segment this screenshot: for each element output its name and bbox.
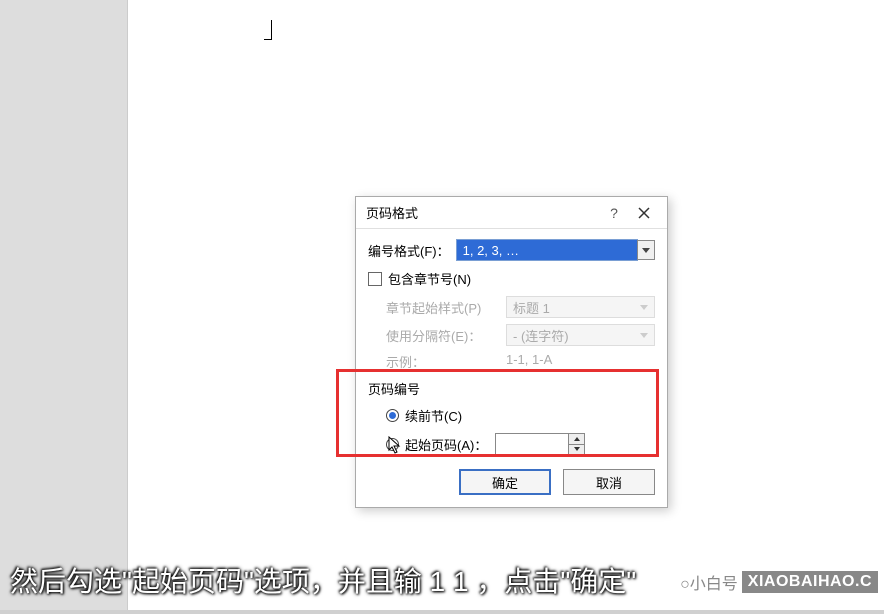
dialog-buttons: 确定 取消	[368, 469, 655, 495]
chevron-down-icon	[640, 333, 648, 338]
dialog-title: 页码格式	[366, 203, 599, 222]
cancel-button[interactable]: 取消	[563, 469, 655, 495]
start-at-value	[496, 434, 568, 454]
chapter-start-value: 标题 1	[513, 298, 550, 317]
close-button[interactable]	[629, 198, 659, 228]
continue-label: 续前节(C)	[405, 406, 462, 425]
page-number-format-dialog: 页码格式 ? 编号格式(F)： 1, 2, 3, … 包含章节号(N) 章节起始…	[355, 196, 668, 508]
text-cursor	[264, 20, 272, 40]
separator-row: 使用分隔符(E)： - (连字符)	[386, 324, 655, 346]
include-chapter-row: 包含章节号(N)	[368, 269, 655, 288]
example-value: 1-1, 1-A	[506, 352, 552, 371]
example-row: 示例： 1-1, 1-A	[386, 352, 655, 371]
dialog-titlebar: 页码格式 ?	[356, 197, 667, 229]
chapter-start-row: 章节起始样式(P) 标题 1	[386, 296, 655, 318]
number-format-label: 编号格式(F)：	[368, 241, 450, 260]
separator-select: - (连字符)	[506, 324, 655, 346]
status-bar	[0, 610, 884, 614]
separator-value: - (连字符)	[513, 326, 569, 345]
continue-radio[interactable]	[386, 409, 399, 422]
logo-watermark: ○小白号 XIAOBAIHAO.C	[680, 570, 878, 594]
start-at-label: 起始页码(A)：	[405, 435, 487, 454]
chapter-subsection: 章节起始样式(P) 标题 1 使用分隔符(E)： - (连字符) 示例： 1-1…	[386, 296, 655, 371]
chevron-down-icon	[640, 305, 648, 310]
number-format-dropdown-button[interactable]	[637, 240, 655, 260]
include-chapter-label: 包含章节号(N)	[388, 269, 471, 288]
logo-cn: ○小白号	[680, 570, 738, 594]
spinner-down[interactable]	[569, 445, 584, 455]
left-panel	[0, 0, 127, 614]
close-icon	[638, 207, 650, 219]
tutorial-subtitle: 然后勾选"起始页码"选项，并且输 1 1 ，点击"确定"	[10, 560, 636, 600]
separator-label: 使用分隔符(E)：	[386, 326, 506, 345]
dialog-body: 编号格式(F)： 1, 2, 3, … 包含章节号(N) 章节起始样式(P) 标…	[356, 229, 667, 507]
logo-url: XIAOBAIHAO.C	[742, 571, 878, 593]
include-chapter-checkbox[interactable]	[368, 272, 382, 286]
chapter-start-label: 章节起始样式(P)	[386, 298, 506, 317]
start-at-radio[interactable]	[386, 438, 399, 451]
spinner-up[interactable]	[569, 434, 584, 445]
help-button[interactable]: ?	[599, 198, 629, 228]
spinner-buttons	[568, 434, 584, 454]
start-at-radio-row: 起始页码(A)：	[386, 433, 655, 455]
example-label: 示例：	[386, 352, 506, 371]
start-at-input[interactable]	[495, 433, 585, 455]
number-format-select[interactable]: 1, 2, 3, …	[456, 239, 638, 261]
page-number-section-label: 页码编号	[368, 379, 655, 398]
triangle-down-icon	[574, 447, 580, 451]
chevron-down-icon	[642, 248, 650, 253]
number-format-value: 1, 2, 3, …	[463, 243, 519, 258]
number-format-row: 编号格式(F)： 1, 2, 3, …	[368, 239, 655, 261]
chapter-start-select: 标题 1	[506, 296, 655, 318]
triangle-up-icon	[574, 437, 580, 441]
ok-button[interactable]: 确定	[459, 469, 551, 495]
continue-radio-row: 续前节(C)	[386, 406, 655, 425]
